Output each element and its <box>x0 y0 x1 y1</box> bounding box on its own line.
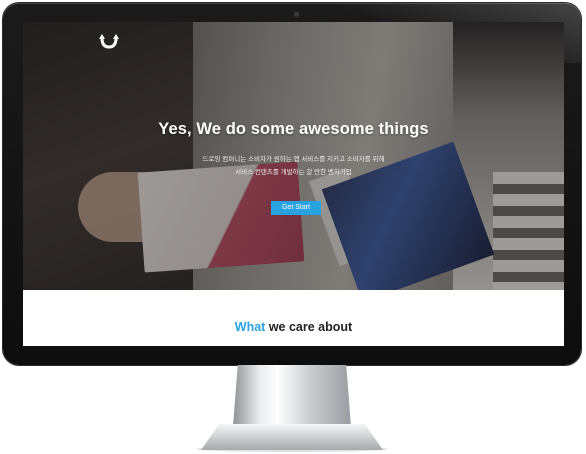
monitor-mockup: Yes, We do some awesome things 드로잉 컴퍼니는 … <box>0 0 586 454</box>
hero-title: Yes, We do some awesome things <box>158 120 429 138</box>
monitor-stand-neck <box>233 365 351 427</box>
section-title: What we care about <box>23 320 564 334</box>
webcam-dot-icon <box>294 12 299 17</box>
monitor-screen: Yes, We do some awesome things 드로잉 컴퍼니는 … <box>23 22 564 346</box>
section-title-rest: we care about <box>265 320 353 334</box>
hero-subtitle-line2: 서비스 컨텐츠를 개발하는 갈 만한 벤처기업 <box>235 169 352 176</box>
monitor-stand-base <box>201 424 383 450</box>
get-start-button[interactable]: Get Start <box>271 201 321 215</box>
hero-subtitle-line1: 드로잉 컴퍼니는 소비자가 원하는 앱 서비스를 지키고 소비자를 위해 <box>202 156 385 163</box>
hero-section: Yes, We do some awesome things 드로잉 컴퍼니는 … <box>23 22 564 290</box>
section-title-accent: What <box>234 320 266 334</box>
what-we-care-section: What we care about <box>23 290 564 346</box>
curved-arrow-logo-icon[interactable] <box>97 31 121 51</box>
